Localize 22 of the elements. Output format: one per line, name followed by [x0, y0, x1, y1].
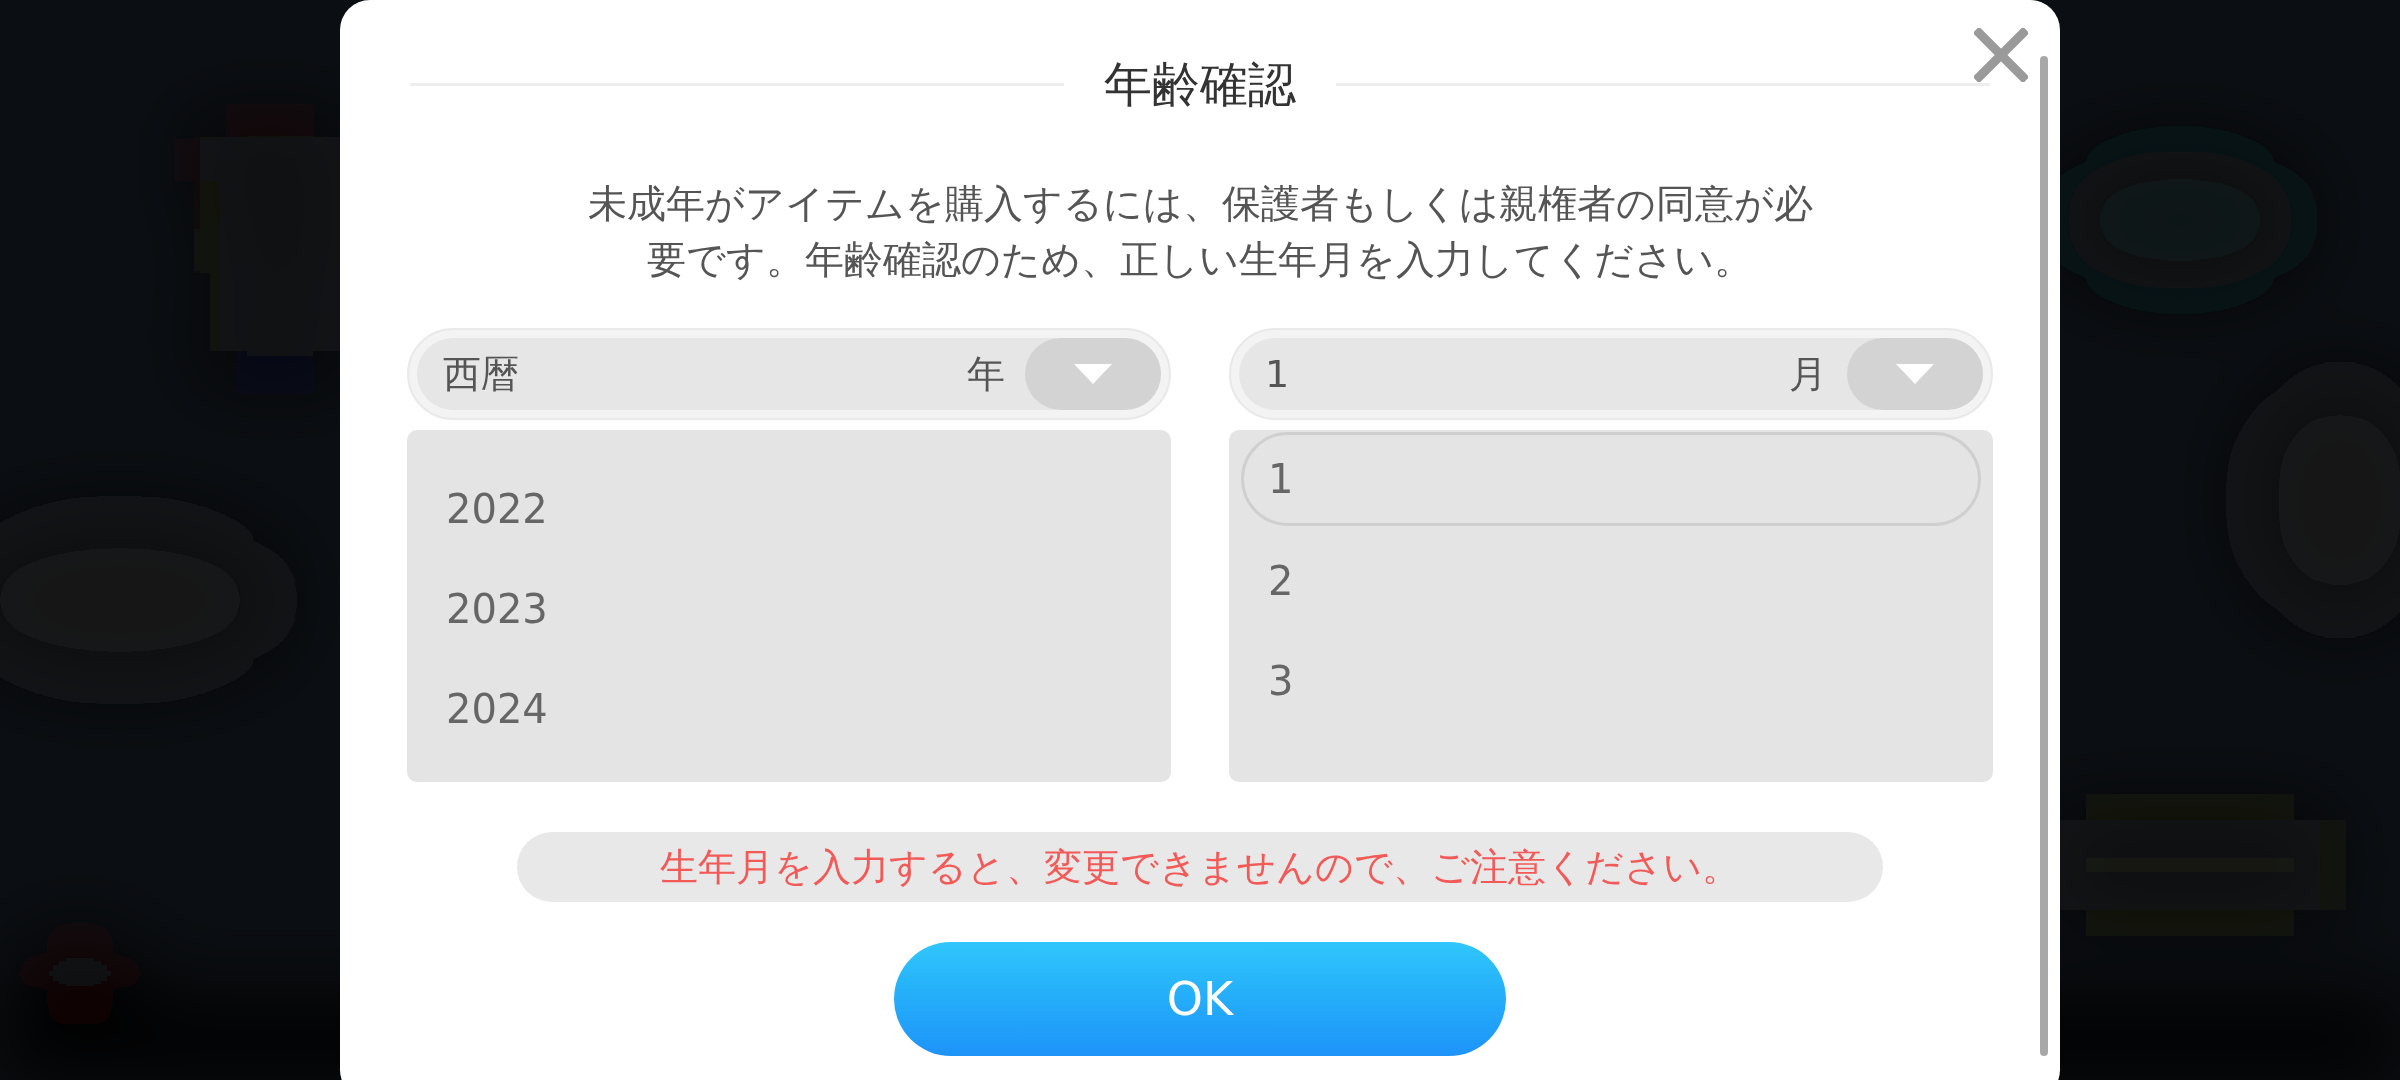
caret-icon: [1074, 364, 1112, 384]
unit-label: 年: [967, 350, 1005, 398]
caret-icon: [1896, 364, 1934, 384]
dropdown-option[interactable]: 2024: [419, 678, 1159, 740]
dropdown-option[interactable]: 2022: [419, 478, 1159, 540]
close-icon: [1974, 28, 2028, 82]
unit-label: 月: [1789, 350, 1827, 398]
warning-text: 生年月を入力すると、変更できませんので、ご注意ください。: [660, 843, 1740, 891]
instruction-text: 未成年がアイテムを購入するには、保護者もしくは親権者の同意が必 要です。年齢確認のため、正しい生年月を入力してください。: [587, 180, 1813, 284]
select-value: 西暦: [443, 350, 520, 398]
dropdown-option[interactable]: 2: [1241, 550, 1981, 612]
close-button[interactable]: [1974, 28, 2028, 82]
dropdown-button[interactable]: [1025, 338, 1161, 410]
select-field[interactable]: 西暦 年: [407, 328, 1171, 420]
dialog-title: 年齢確認: [1104, 55, 1296, 114]
select-value: 1: [1265, 350, 1291, 398]
dropdown-button[interactable]: [1847, 338, 1983, 410]
dropdown-option[interactable]: 1: [1241, 432, 1981, 526]
dropdown-option[interactable]: 3: [1241, 650, 1981, 712]
ok-button[interactable]: OK: [894, 942, 1506, 1056]
select-field[interactable]: 1 月: [1229, 328, 1993, 420]
dropdown-option[interactable]: 2023: [419, 578, 1159, 640]
